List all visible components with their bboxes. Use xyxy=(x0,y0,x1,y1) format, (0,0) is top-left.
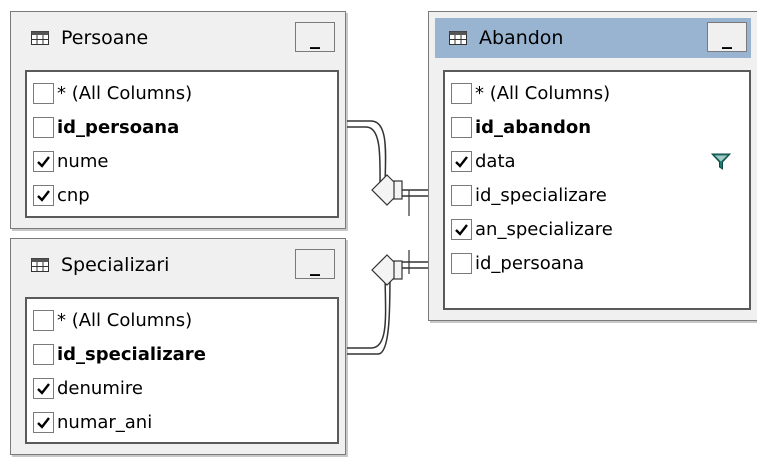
table-persoane[interactable]: Persoane _ * (All Columns) id_persoananum… xyxy=(10,11,346,229)
column-checkbox[interactable] xyxy=(33,184,54,206)
table-header[interactable]: Specializari _ xyxy=(17,245,339,285)
column-row[interactable]: * (All Columns) xyxy=(27,76,337,110)
checkmark-icon xyxy=(455,155,468,168)
column-checkbox[interactable] xyxy=(451,82,472,104)
column-checkbox[interactable] xyxy=(33,377,54,399)
column-row[interactable]: * (All Columns) xyxy=(27,303,337,337)
column-checkbox[interactable] xyxy=(33,116,54,138)
column-name: id_specializare xyxy=(475,184,607,206)
column-name: numar_ani xyxy=(57,411,153,433)
column-checkbox[interactable] xyxy=(451,184,472,206)
column-row[interactable]: denumire xyxy=(27,371,337,405)
table-header[interactable]: Persoane _ xyxy=(17,18,339,58)
column-name: * (All Columns) xyxy=(475,82,611,104)
column-row[interactable]: nume xyxy=(27,144,337,178)
column-row[interactable]: id_persoana xyxy=(445,246,749,280)
column-checkbox[interactable] xyxy=(33,82,54,104)
filter-icon xyxy=(711,153,731,170)
column-name: * (All Columns) xyxy=(57,309,193,331)
table-header[interactable]: Abandon _ xyxy=(435,18,751,58)
relationship-diamond xyxy=(371,254,403,286)
column-checkbox[interactable] xyxy=(451,150,472,172)
column-name: id_specializare xyxy=(57,343,206,365)
table-icon xyxy=(31,31,49,45)
table-abandon[interactable]: Abandon _ * (All Columns) id_abandondata i… xyxy=(428,11,757,321)
table-title: Persoane xyxy=(61,27,149,49)
column-name: cnp xyxy=(57,184,90,206)
column-row[interactable]: id_specializare xyxy=(27,337,337,371)
column-name: nume xyxy=(57,150,109,172)
column-name: id_abandon xyxy=(475,116,592,138)
table-icon xyxy=(31,258,49,272)
checkmark-icon xyxy=(37,155,50,168)
checkmark-icon xyxy=(455,223,468,236)
column-checkbox[interactable] xyxy=(33,411,54,433)
column-name: an_specializare xyxy=(475,218,613,240)
column-name: * (All Columns) xyxy=(57,82,193,104)
column-row[interactable]: an_specializare xyxy=(445,212,749,246)
column-name: id_persoana xyxy=(475,252,585,274)
table-icon xyxy=(449,31,467,45)
column-checkbox[interactable] xyxy=(451,116,472,138)
checkmark-icon xyxy=(37,382,50,395)
column-row[interactable]: id_persoana xyxy=(27,110,337,144)
checkmark-icon xyxy=(37,416,50,429)
column-checkbox[interactable] xyxy=(451,252,472,274)
column-row[interactable]: numar_ani xyxy=(27,405,337,439)
column-list[interactable]: * (All Columns) id_specializare denumire nu… xyxy=(25,297,339,444)
column-checkbox[interactable] xyxy=(33,309,54,331)
minimize-button[interactable]: _ xyxy=(295,249,335,279)
column-row[interactable]: * (All Columns) xyxy=(445,76,749,110)
column-checkbox[interactable] xyxy=(33,150,54,172)
column-row[interactable]: id_abandon xyxy=(445,110,749,144)
column-list[interactable]: * (All Columns) id_abandondata id_speciali… xyxy=(443,70,751,310)
column-checkbox[interactable] xyxy=(33,343,54,365)
column-list[interactable]: * (All Columns) id_persoananume cnp xyxy=(25,70,339,218)
checkmark-icon xyxy=(37,189,50,202)
table-title: Specializari xyxy=(61,254,170,276)
column-row[interactable]: data xyxy=(445,144,749,178)
column-name: denumire xyxy=(57,377,143,399)
table-title: Abandon xyxy=(479,27,564,49)
minimize-button[interactable]: _ xyxy=(707,22,747,52)
column-name: data xyxy=(475,150,516,172)
relationship-diamond xyxy=(371,174,403,206)
column-name: id_persoana xyxy=(57,116,180,138)
column-checkbox[interactable] xyxy=(451,218,472,240)
table-specializari[interactable]: Specializari _ * (All Columns) id_special… xyxy=(10,238,346,455)
column-row[interactable]: id_specializare xyxy=(445,178,749,212)
column-row[interactable]: cnp xyxy=(27,178,337,212)
minimize-button[interactable]: _ xyxy=(295,22,335,52)
